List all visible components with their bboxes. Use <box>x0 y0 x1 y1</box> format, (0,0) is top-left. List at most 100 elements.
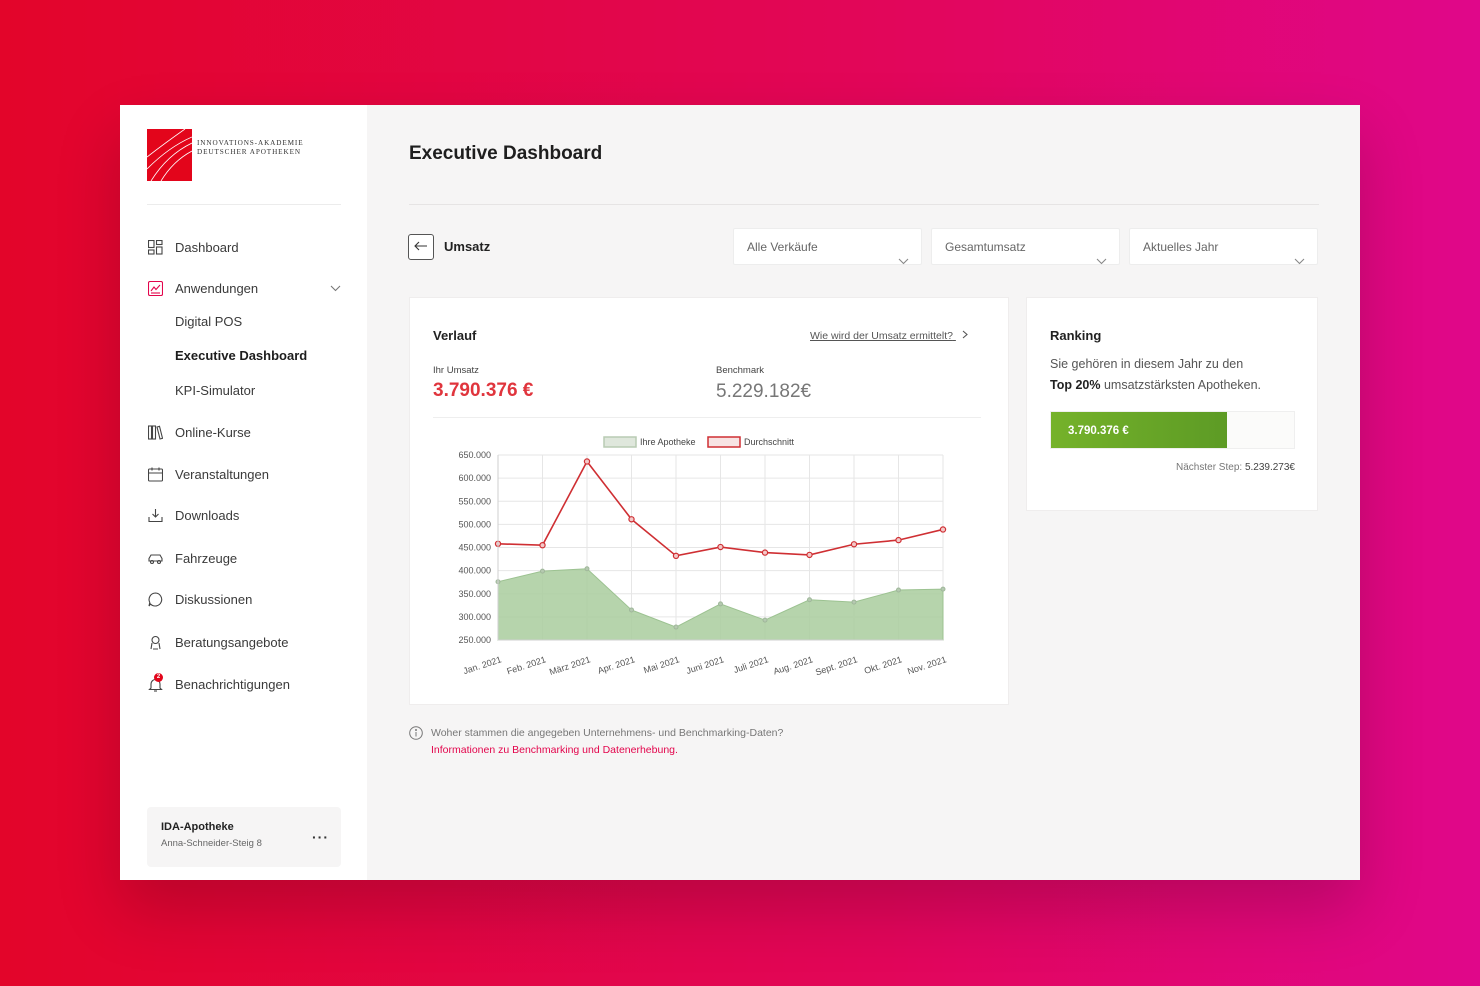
sidebar-item-dashboard[interactable]: Dashboard <box>147 235 341 259</box>
revenue-value: 3.790.376 € <box>433 380 534 401</box>
notification-badge: 2 <box>154 673 163 682</box>
data-point-durchschnitt <box>761 549 769 556</box>
sidebar-item-anwendungen[interactable]: Anwendungen <box>147 276 341 300</box>
sidebar-item-label: Veranstaltungen <box>175 466 269 482</box>
chart-app-icon <box>147 280 163 296</box>
benchmark-label: Benchmark <box>716 365 765 376</box>
y-tick-label: 250.000 <box>458 635 491 645</box>
data-point-ihre-apotheke <box>896 587 901 593</box>
data-point-durchschnitt <box>628 516 635 523</box>
data-point-ihre-apotheke <box>673 624 679 630</box>
sidebar-item-diskussionen[interactable]: Diskussionen <box>147 587 341 611</box>
sidebar-item-fahrzeuge[interactable]: Fahrzeuge <box>147 546 341 570</box>
y-tick-label: 600.000 <box>458 473 491 483</box>
download-icon <box>147 507 163 523</box>
sidebar-item-online-kurse[interactable]: Online-Kurse <box>147 420 341 444</box>
data-point-durchschnitt <box>583 458 591 465</box>
sidebar-item-downloads[interactable]: Downloads <box>147 503 341 527</box>
sidebar-item-label: Dashboard <box>175 239 239 255</box>
x-tick-label: Nov. 2021 <box>906 654 947 676</box>
sidebar-item-label: Online-Kurse <box>175 424 251 440</box>
filter-period-select[interactable]: Aktuelles Jahr <box>1129 228 1318 265</box>
data-point-durchschnitt <box>717 543 724 551</box>
next-step: Nächster Step: 5.239.273€ <box>1176 462 1295 473</box>
data-point-ihre-apotheke <box>584 566 590 572</box>
ranking-text: Sie gehören in diesem Jahr zu den Top 20… <box>1050 354 1300 396</box>
sidebar-item-veranstaltungen[interactable]: Veranstaltungen <box>147 462 341 486</box>
info-question: Woher stammen die angegeben Unternehmens… <box>431 727 784 739</box>
calendar-icon <box>147 466 163 482</box>
ranking-title: Ranking <box>1050 328 1102 343</box>
data-point-ihre-apotheke <box>851 599 857 605</box>
data-point-durchschnitt <box>539 541 546 549</box>
data-point-ihre-apotheke <box>807 597 812 603</box>
sidebar-subitem-digital-pos[interactable]: Digital POS <box>175 312 242 332</box>
x-tick-label: Juli 2021 <box>732 654 769 675</box>
consulting-icon <box>147 634 163 650</box>
ranking-progress-track: 3.790.376 € <box>1050 411 1295 449</box>
car-icon <box>147 550 163 566</box>
verlauf-card: Verlauf Wie wird der Umsatz ermittelt? I… <box>409 297 1009 705</box>
app-window: INNOVATIONS-AKADEMIE DEUTSCHER APOTHEKEN… <box>120 105 1360 880</box>
chevron-down-icon <box>1294 243 1305 279</box>
legend-swatch-durchschnitt <box>707 436 741 448</box>
x-tick-label: Mai 2021 <box>642 654 680 675</box>
logo-line-1: INNOVATIONS-AKADEMIE <box>197 139 304 147</box>
y-tick-label: 550.000 <box>458 496 491 506</box>
logo-text: INNOVATIONS-AKADEMIE DEUTSCHER APOTHEKEN <box>197 139 304 157</box>
x-tick-label: Apr. 2021 <box>596 654 636 675</box>
y-tick-label: 500.000 <box>458 519 491 529</box>
ranking-card: Ranking Sie gehören in diesem Jahr zu de… <box>1026 297 1318 511</box>
benchmarking-info-link[interactable]: Informationen zu Benchmarking und Datene… <box>431 742 678 759</box>
sidebar-subitem-kpi-simulator[interactable]: KPI-Simulator <box>175 381 255 401</box>
data-point-ihre-apotheke <box>540 568 545 574</box>
ranking-text-bold: Top 20% <box>1050 378 1101 392</box>
data-point-durchschnitt <box>895 536 902 544</box>
x-tick-label: Jan. 2021 <box>462 654 503 676</box>
more-options-icon[interactable]: ··· <box>312 829 329 845</box>
page-title: Executive Dashboard <box>409 143 603 164</box>
sidebar-divider <box>147 204 341 205</box>
main-content: Executive Dashboard Umsatz Alle Verkäufe… <box>367 105 1360 880</box>
chevron-right-icon <box>962 330 968 342</box>
card-divider <box>433 417 981 418</box>
sidebar-subitem-executive-dashboard[interactable]: Executive Dashboard <box>175 346 307 366</box>
logo-mark-icon <box>147 129 192 181</box>
account-name: IDA-Apotheke <box>161 821 234 833</box>
verlauf-title: Verlauf <box>433 328 477 343</box>
logo[interactable]: INNOVATIONS-AKADEMIE DEUTSCHER APOTHEKEN <box>147 129 304 181</box>
sidebar-item-benachrichtigungen[interactable]: 2 Benachrichtigungen <box>147 672 341 696</box>
chevron-down-icon <box>1096 243 1107 279</box>
books-icon <box>147 424 163 440</box>
sidebar-item-label: Benachrichtigungen <box>175 676 290 692</box>
chat-icon <box>147 591 163 607</box>
filter-sales-select[interactable]: Alle Verkäufe <box>733 228 922 265</box>
ranking-text-post: umsatzstärksten Apotheken. <box>1100 378 1261 392</box>
arrow-left-icon <box>414 238 428 256</box>
data-point-durchschnitt <box>806 551 813 559</box>
sidebar-item-beratungsangebote[interactable]: Beratungsangebote <box>147 630 341 654</box>
back-button[interactable] <box>408 234 434 260</box>
revenue-help-link[interactable]: Wie wird der Umsatz ermittelt? <box>810 330 968 342</box>
next-step-label: Nächster Step: <box>1176 462 1245 473</box>
bell-icon: 2 <box>147 673 163 692</box>
data-point-ihre-apotheke <box>629 607 634 613</box>
filter-revenue-select[interactable]: Gesamtumsatz <box>931 228 1120 265</box>
y-tick-label: 300.000 <box>458 612 491 622</box>
account-card[interactable]: IDA-Apotheke Anna-Schneider-Steig 8 ··· <box>147 807 341 867</box>
data-point-durchschnitt <box>672 552 680 560</box>
header-divider <box>409 204 1319 205</box>
y-tick-label: 450.000 <box>458 543 491 553</box>
select-value: Gesamtumsatz <box>945 240 1026 254</box>
sidebar-item-label: Downloads <box>175 507 240 523</box>
x-tick-label: Okt. 2021 <box>863 654 903 676</box>
y-tick-label: 650.000 <box>458 450 491 460</box>
section-label: Umsatz <box>444 239 491 254</box>
chevron-down-icon[interactable] <box>330 280 341 295</box>
data-point-durchschnitt <box>939 526 947 533</box>
select-value: Aktuelles Jahr <box>1143 240 1219 254</box>
help-link-label: Wie wird der Umsatz ermittelt? <box>810 330 953 342</box>
x-tick-label: Sept. 2021 <box>814 654 859 677</box>
logo-line-2: DEUTSCHER APOTHEKEN <box>197 148 301 156</box>
sidebar-item-label: Beratungsangebote <box>175 634 289 650</box>
